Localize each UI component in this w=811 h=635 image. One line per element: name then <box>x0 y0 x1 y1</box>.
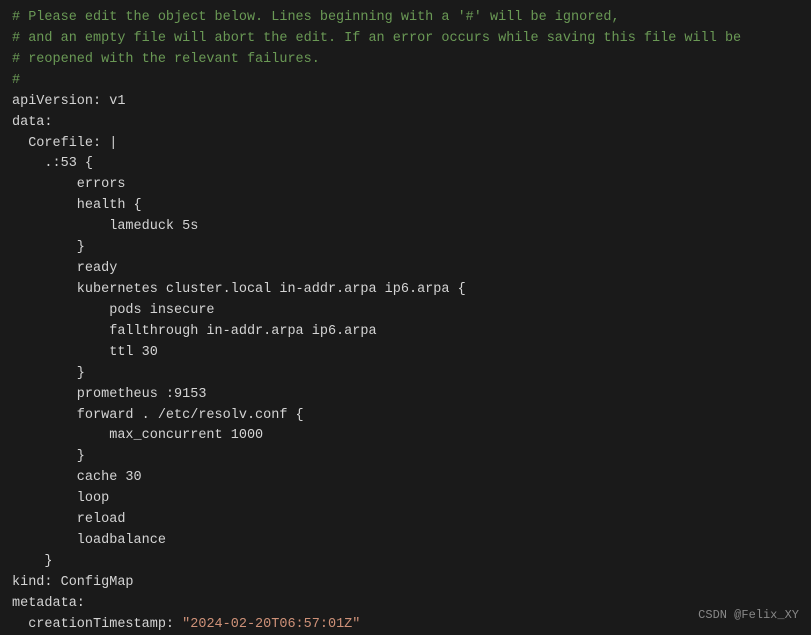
line-7: Corefile: | <box>12 134 799 155</box>
line-21: max_concurrent 1000 <box>12 426 799 447</box>
line-6: data: <box>12 113 799 134</box>
line-24: loop <box>12 489 799 510</box>
line-28: kind: ConfigMap <box>12 573 799 594</box>
line-23: cache 30 <box>12 468 799 489</box>
line-5: apiVersion: v1 <box>12 92 799 113</box>
line-15: pods insecure <box>12 301 799 322</box>
line-8: .:53 { <box>12 154 799 175</box>
line-27: } <box>12 552 799 573</box>
line-4: # <box>12 71 799 92</box>
line-1: # Please edit the object below. Lines be… <box>12 8 799 29</box>
line-26: loadbalance <box>12 531 799 552</box>
editor-container: # Please edit the object below. Lines be… <box>0 0 811 635</box>
line-19: prometheus :9153 <box>12 385 799 406</box>
line-30: creationTimestamp: "2024-02-20T06:57:01Z… <box>12 615 799 635</box>
line-29: metadata: <box>12 594 799 615</box>
line-2: # and an empty file will abort the edit.… <box>12 29 799 50</box>
line-14: kubernetes cluster.local in-addr.arpa ip… <box>12 280 799 301</box>
line-22: } <box>12 447 799 468</box>
line-11: lameduck 5s <box>12 217 799 238</box>
line-25: reload <box>12 510 799 531</box>
line-17: ttl 30 <box>12 343 799 364</box>
line-18: } <box>12 364 799 385</box>
line-16: fallthrough in-addr.arpa ip6.arpa <box>12 322 799 343</box>
line-10: health { <box>12 196 799 217</box>
line-9: errors <box>12 175 799 196</box>
line-13: ready <box>12 259 799 280</box>
watermark: CSDN @Felix_XY <box>698 606 799 625</box>
line-12: } <box>12 238 799 259</box>
line-3: # reopened with the relevant failures. <box>12 50 799 71</box>
line-20: forward . /etc/resolv.conf { <box>12 406 799 427</box>
code-content[interactable]: # Please edit the object below. Lines be… <box>12 8 799 635</box>
